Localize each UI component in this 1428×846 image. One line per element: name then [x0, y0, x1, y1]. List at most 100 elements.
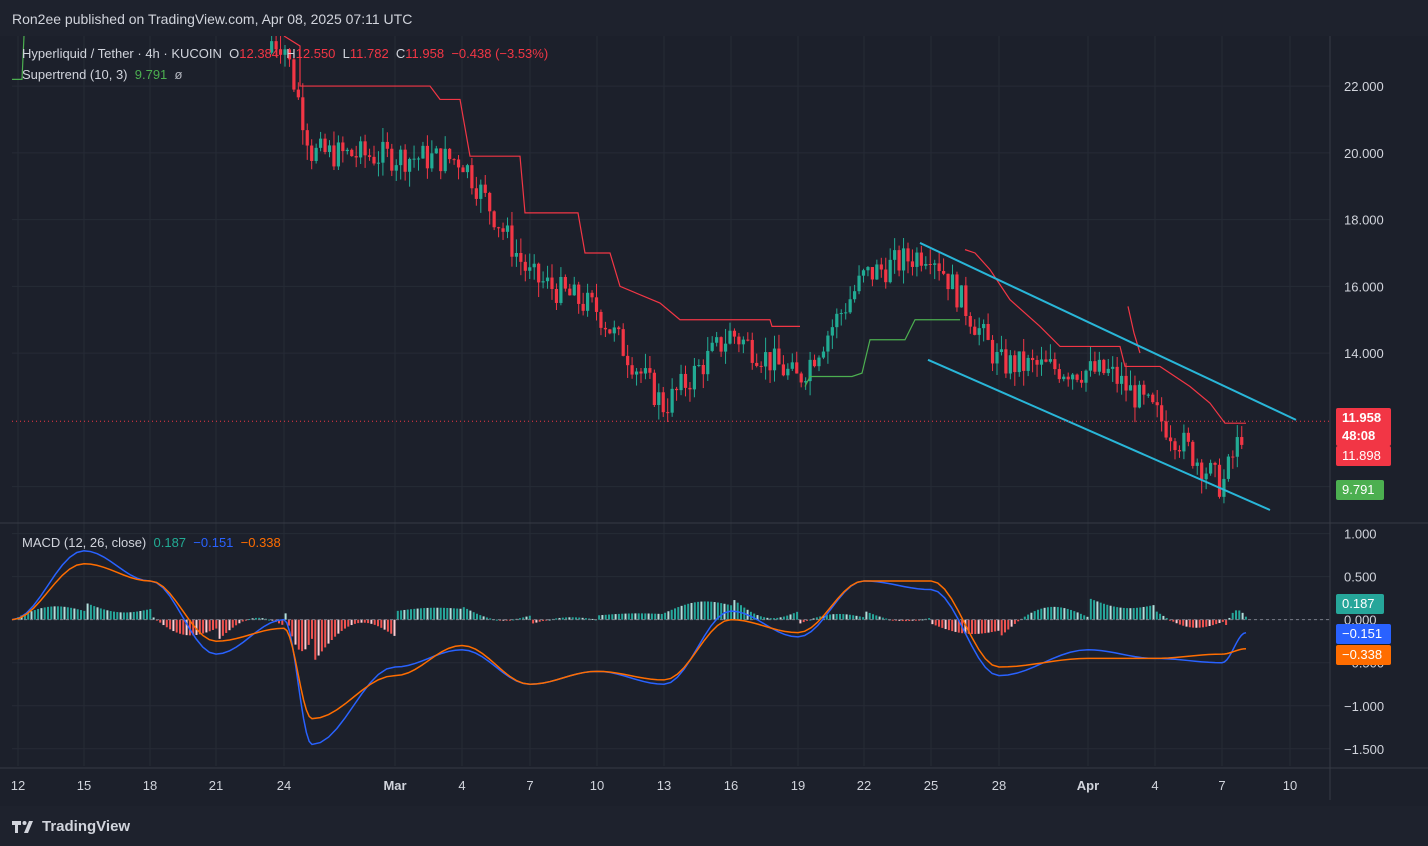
candle-body — [1115, 366, 1119, 384]
candle-body — [301, 97, 305, 131]
candle-body — [857, 275, 861, 292]
macd-hist-bar — [383, 619, 386, 630]
candle-body — [1022, 351, 1026, 371]
macd-hist-bar — [664, 612, 667, 620]
macd-hist-bar — [419, 608, 422, 620]
macd-hist-bar — [710, 601, 713, 620]
macd-hist-bar — [641, 613, 643, 620]
chart-svg[interactable]: 22.00020.00018.00016.00014.00010.0001.00… — [0, 36, 1428, 806]
macd-hist-bar — [1211, 619, 1214, 626]
time-tick-label: Apr — [1077, 778, 1099, 793]
candle-body — [581, 303, 585, 311]
macd-hist-bar — [835, 614, 838, 620]
macd-hist-bar — [304, 619, 307, 650]
macd-hist-bar — [848, 614, 851, 620]
low-label: L — [342, 46, 350, 61]
macd-hist-bar — [89, 604, 92, 620]
macd-hist-bar — [106, 610, 109, 620]
macd-hist-bar — [1119, 607, 1122, 620]
candle-body — [345, 149, 349, 152]
macd-histogram-group — [14, 598, 1247, 660]
macd-hist-bar — [561, 617, 564, 620]
candle-body — [408, 158, 412, 172]
chart-area[interactable]: 22.00020.00018.00016.00014.00010.0001.00… — [0, 36, 1428, 806]
macd-hist-bar — [604, 614, 607, 620]
macd-hist-bar — [525, 616, 528, 620]
macd-hist-bar — [33, 610, 36, 620]
candle-body — [563, 276, 567, 289]
macd-hist-bar — [307, 619, 310, 645]
candle-body — [1048, 359, 1052, 362]
candle-body — [434, 148, 438, 154]
macd-hist-bar — [1033, 611, 1036, 620]
candle-body — [937, 263, 941, 272]
candle-body — [1217, 464, 1222, 497]
time-tick-label: 25 — [924, 778, 938, 793]
candle-body — [1097, 359, 1101, 372]
symbol-label: Hyperliquid / Tether · 4h · KUCOIN — [22, 46, 222, 61]
candle-body — [750, 339, 754, 363]
candle-body — [1062, 376, 1066, 380]
candle-body — [799, 373, 803, 383]
candle-body — [492, 211, 496, 228]
candle-body — [1133, 385, 1137, 408]
macd-hist-bar — [439, 607, 442, 620]
macd-hist-bar — [1231, 612, 1234, 620]
time-tick-label: 4 — [1151, 778, 1158, 793]
candle-body — [323, 138, 327, 152]
macd-hist-bar — [977, 619, 980, 634]
macd-hist-bar — [426, 607, 429, 620]
brand-name: TradingView — [42, 818, 131, 835]
macd-hist-bar — [647, 613, 650, 620]
candle-body — [866, 267, 870, 271]
macd-hist-bar — [1040, 608, 1043, 620]
macd-hist-bar — [301, 619, 304, 652]
candle-body — [746, 339, 750, 341]
macd-hist-bar — [1192, 619, 1195, 628]
macd-hist-bar — [83, 610, 86, 620]
candle-body — [514, 253, 518, 257]
candle-body — [1155, 402, 1159, 406]
macd-hist-bar — [53, 606, 56, 620]
macd-hist-bar — [149, 609, 152, 620]
candle-body — [1151, 394, 1155, 403]
macd-hist-bar — [707, 601, 709, 620]
candle-body — [772, 348, 777, 371]
macd-hist-value: 0.187 — [153, 535, 187, 550]
macd-hist-bar — [670, 609, 673, 620]
macd-hist-bar — [720, 603, 723, 620]
time-tick-label: 24 — [277, 778, 291, 793]
tradingview-logo[interactable]: TradingView — [12, 818, 130, 835]
candle-body — [790, 362, 794, 369]
candle-body — [554, 288, 559, 303]
supertrend-down-line — [283, 36, 800, 327]
macd-hist-bar — [212, 619, 214, 630]
candle-body — [719, 337, 723, 352]
bottom-bar — [0, 806, 1428, 846]
candle-body — [1120, 375, 1124, 384]
candle-body — [906, 248, 910, 262]
macd-hist-bar — [350, 619, 353, 626]
macd-hist-bar — [1116, 607, 1119, 620]
macd-hist-bar — [456, 608, 459, 620]
candle-body — [367, 155, 372, 157]
macd-hist-bar — [845, 614, 848, 620]
candle-body — [732, 330, 737, 337]
macd-hist-bar — [637, 613, 640, 620]
candle-body — [586, 292, 590, 311]
macd-hist-bar — [235, 619, 238, 626]
candle-body — [1124, 375, 1128, 391]
macd-hist-bar — [660, 613, 663, 620]
macd-hist-bar — [1126, 608, 1129, 620]
candle-body — [977, 328, 981, 335]
supertrend-lower-value: 9.791 — [1342, 482, 1375, 497]
candle-body — [661, 392, 665, 413]
macd-hist-bar — [1175, 619, 1178, 624]
candle-body — [901, 248, 906, 271]
published-text: Ron2ee published on TradingView.com, Apr… — [12, 11, 413, 27]
macd-hist-bar — [76, 609, 79, 620]
macd-hist-bar — [931, 619, 934, 625]
macd-hist-bar — [1060, 607, 1063, 620]
candle-body — [933, 263, 937, 265]
macd-hist-bar — [1076, 612, 1079, 620]
